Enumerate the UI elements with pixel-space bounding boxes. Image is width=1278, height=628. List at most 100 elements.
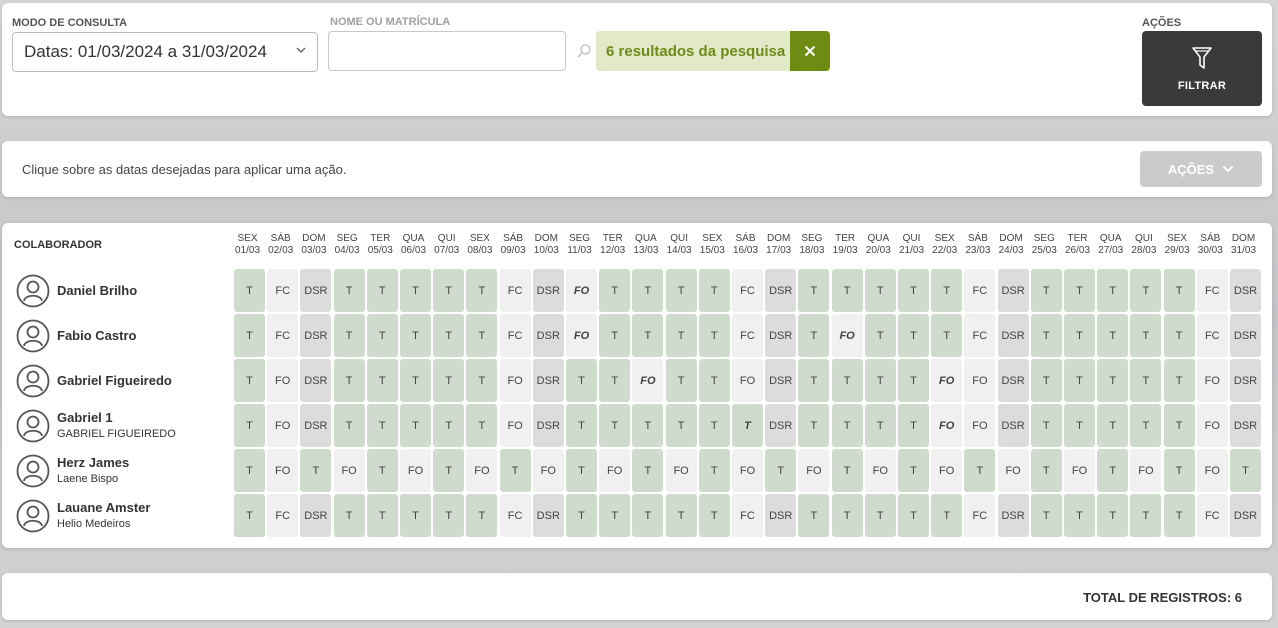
schedule-cell[interactable]: T: [400, 359, 431, 402]
schedule-cell[interactable]: T: [1030, 449, 1062, 492]
schedule-cell[interactable]: FO: [267, 359, 299, 402]
schedule-cell[interactable]: T: [698, 359, 730, 402]
schedule-cell[interactable]: FO: [532, 449, 564, 492]
schedule-cell[interactable]: T: [366, 359, 398, 402]
schedule-cell[interactable]: T: [1163, 359, 1195, 402]
schedule-cell[interactable]: T: [632, 269, 664, 312]
schedule-cell[interactable]: T: [632, 449, 664, 492]
schedule-cell[interactable]: T: [665, 314, 697, 357]
schedule-cell[interactable]: T: [1030, 269, 1062, 312]
schedule-cell[interactable]: FO: [997, 449, 1029, 492]
schedule-cell[interactable]: T: [1097, 314, 1129, 357]
schedule-cell[interactable]: T: [234, 404, 265, 447]
schedule-cell[interactable]: T: [698, 269, 730, 312]
schedule-cell[interactable]: T: [898, 314, 929, 357]
schedule-cell[interactable]: T: [366, 449, 398, 492]
schedule-cell[interactable]: T: [599, 404, 631, 447]
schedule-cell[interactable]: T: [1064, 404, 1095, 447]
schedule-cell[interactable]: T: [599, 494, 631, 537]
schedule-cell[interactable]: T: [1130, 269, 1162, 312]
schedule-cell[interactable]: DSR: [532, 494, 564, 537]
schedule-cell[interactable]: T: [698, 494, 730, 537]
schedule-cell[interactable]: T: [433, 269, 465, 312]
schedule-cell[interactable]: DSR: [765, 404, 797, 447]
schedule-cell[interactable]: FO: [798, 449, 830, 492]
schedule-cell[interactable]: T: [566, 449, 597, 492]
schedule-cell[interactable]: FO: [931, 404, 963, 447]
schedule-cell[interactable]: T: [898, 359, 929, 402]
schedule-cell[interactable]: T: [433, 449, 465, 492]
schedule-cell[interactable]: T: [1130, 314, 1162, 357]
schedule-cell[interactable]: T: [1064, 359, 1095, 402]
schedule-cell[interactable]: T: [864, 359, 896, 402]
search-input[interactable]: [328, 31, 566, 71]
schedule-cell[interactable]: T: [599, 314, 631, 357]
schedule-cell[interactable]: T: [798, 269, 830, 312]
schedule-cell[interactable]: T: [1130, 404, 1162, 447]
schedule-cell[interactable]: T: [400, 314, 431, 357]
schedule-cell[interactable]: DSR: [1230, 359, 1261, 402]
schedule-cell[interactable]: T: [798, 494, 830, 537]
schedule-cell[interactable]: DSR: [532, 269, 564, 312]
schedule-cell[interactable]: FO: [400, 449, 431, 492]
schedule-cell[interactable]: FC: [964, 494, 996, 537]
schedule-cell[interactable]: T: [566, 494, 597, 537]
schedule-cell[interactable]: DSR: [997, 359, 1029, 402]
schedule-cell[interactable]: DSR: [997, 269, 1029, 312]
schedule-cell[interactable]: T: [1097, 494, 1129, 537]
schedule-cell[interactable]: T: [1097, 269, 1129, 312]
schedule-cell[interactable]: T: [931, 314, 963, 357]
schedule-cell[interactable]: T: [831, 494, 863, 537]
schedule-cell[interactable]: FO: [732, 449, 763, 492]
schedule-cell[interactable]: DSR: [1230, 494, 1261, 537]
schedule-cell[interactable]: FO: [1196, 359, 1228, 402]
schedule-cell[interactable]: T: [665, 359, 697, 402]
schedule-cell[interactable]: T: [466, 494, 498, 537]
schedule-cell[interactable]: T: [1097, 359, 1129, 402]
schedule-cell[interactable]: T: [433, 359, 465, 402]
schedule-cell[interactable]: FC: [1196, 269, 1228, 312]
schedule-cell[interactable]: T: [333, 494, 365, 537]
schedule-cell[interactable]: DSR: [1230, 314, 1261, 357]
schedule-cell[interactable]: T: [234, 359, 265, 402]
schedule-cell[interactable]: T: [698, 314, 730, 357]
schedule-cell[interactable]: FC: [964, 269, 996, 312]
schedule-cell[interactable]: DSR: [300, 359, 332, 402]
schedule-cell[interactable]: T: [898, 404, 929, 447]
schedule-cell[interactable]: T: [1030, 494, 1062, 537]
schedule-cell[interactable]: T: [1130, 494, 1162, 537]
schedule-cell[interactable]: FO: [732, 359, 763, 402]
schedule-cell[interactable]: T: [1163, 269, 1195, 312]
schedule-cell[interactable]: FC: [499, 269, 531, 312]
schedule-cell[interactable]: T: [1097, 449, 1129, 492]
schedule-cell[interactable]: T: [831, 449, 863, 492]
schedule-cell[interactable]: T: [1064, 494, 1095, 537]
schedule-cell[interactable]: T: [1030, 359, 1062, 402]
schedule-cell[interactable]: T: [1163, 404, 1195, 447]
schedule-cell[interactable]: FO: [632, 359, 664, 402]
schedule-cell[interactable]: FO: [499, 359, 531, 402]
schedule-cell[interactable]: T: [1030, 314, 1062, 357]
search-icon[interactable]: [576, 43, 592, 59]
schedule-cell[interactable]: FO: [964, 359, 996, 402]
schedule-cell[interactable]: T: [234, 269, 265, 312]
schedule-cell[interactable]: T: [599, 359, 631, 402]
schedule-cell[interactable]: T: [798, 314, 830, 357]
schedule-cell[interactable]: T: [466, 404, 498, 447]
schedule-cell[interactable]: FC: [499, 314, 531, 357]
schedule-cell[interactable]: DSR: [765, 314, 797, 357]
schedule-cell[interactable]: DSR: [997, 314, 1029, 357]
schedule-cell[interactable]: FC: [732, 494, 763, 537]
schedule-cell[interactable]: DSR: [997, 494, 1029, 537]
schedule-cell[interactable]: DSR: [300, 494, 332, 537]
schedule-cell[interactable]: T: [1064, 314, 1095, 357]
schedule-cell[interactable]: T: [234, 314, 265, 357]
schedule-cell[interactable]: DSR: [300, 314, 332, 357]
schedule-cell[interactable]: FO: [831, 314, 863, 357]
schedule-cell[interactable]: T: [898, 494, 929, 537]
schedule-cell[interactable]: FO: [1064, 449, 1095, 492]
clear-results-button[interactable]: [790, 31, 830, 71]
schedule-cell[interactable]: T: [433, 494, 465, 537]
schedule-cell[interactable]: FO: [665, 449, 697, 492]
schedule-cell[interactable]: T: [400, 494, 431, 537]
